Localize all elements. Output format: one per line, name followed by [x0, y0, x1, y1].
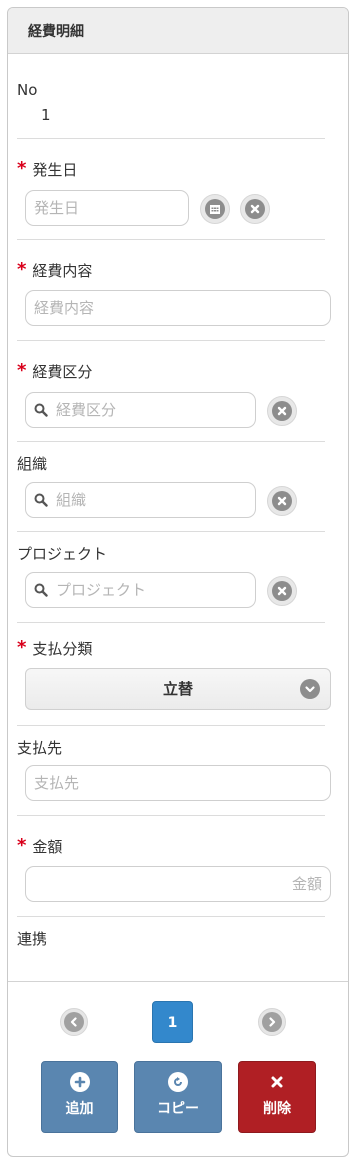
project-placeholder: プロジェクト [56, 581, 147, 599]
project-field: プロジェクト [17, 544, 325, 564]
copy-label: コピー [157, 1101, 199, 1117]
payment-type-label: * 支払分類 [17, 637, 93, 659]
divider [17, 815, 325, 816]
add-label: 追加 [65, 1101, 94, 1117]
copy-button[interactable]: コピー [134, 1061, 222, 1133]
project-input[interactable]: プロジェクト [25, 572, 256, 608]
calendar-icon [205, 199, 225, 219]
no-value: 1 [41, 106, 51, 124]
content-input[interactable]: 経費内容 [25, 290, 331, 326]
divider [17, 916, 325, 917]
link-field: 連携 [17, 929, 325, 949]
prev-page-button[interactable] [60, 1008, 88, 1036]
chevron-left-icon [64, 1012, 84, 1032]
search-icon [34, 493, 48, 507]
calendar-button[interactable] [200, 194, 230, 224]
panel-header: 経費明細 [8, 8, 348, 54]
link-label: 連携 [17, 930, 48, 948]
delete-button[interactable]: 削除 [238, 1061, 316, 1133]
payee-label: 支払先 [17, 739, 63, 757]
required-mark: * [17, 360, 27, 381]
date-field: * 発生日 [17, 160, 325, 180]
refresh-icon [168, 1072, 188, 1092]
required-mark: * [17, 835, 27, 856]
date-input[interactable]: 発生日 [25, 190, 189, 226]
payment-type-field: * 支払分類 [17, 639, 325, 659]
amount-label: * 金額 [17, 835, 63, 857]
category-placeholder: 経費区分 [56, 401, 117, 419]
category-input[interactable]: 経費区分 [25, 392, 256, 428]
org-placeholder: 組織 [56, 491, 87, 509]
clear-org-button[interactable] [267, 486, 297, 516]
clear-project-button[interactable] [267, 576, 297, 606]
chevron-down-icon [300, 679, 320, 699]
date-label: * 発生日 [17, 158, 78, 180]
search-icon [34, 583, 48, 597]
required-mark: * [17, 158, 27, 179]
close-icon [272, 581, 292, 601]
clear-category-button[interactable] [267, 396, 297, 426]
close-icon [245, 199, 265, 219]
required-mark: * [17, 637, 27, 658]
add-button[interactable]: 追加 [41, 1061, 118, 1133]
org-field: 組織 [17, 454, 325, 474]
panel-title: 経費明細 [28, 24, 84, 40]
category-field: * 経費区分 [17, 362, 325, 382]
payee-field: 支払先 [17, 738, 325, 758]
payment-type-select[interactable]: 立替 [25, 668, 331, 710]
page-number-button[interactable]: 1 [152, 1001, 193, 1043]
plus-icon [69, 1072, 90, 1092]
divider [17, 239, 325, 240]
footer-divider [8, 981, 348, 982]
no-field: No 1 [17, 80, 325, 124]
project-label: プロジェクト [17, 545, 108, 563]
chevron-right-icon [262, 1012, 282, 1032]
divider [17, 531, 325, 532]
delete-label: 削除 [263, 1101, 291, 1117]
clear-date-button[interactable] [240, 194, 270, 224]
close-icon [272, 401, 292, 421]
amount-input[interactable]: 金額 [25, 866, 331, 902]
content-field: * 経費内容 [17, 261, 325, 281]
close-icon [272, 491, 292, 511]
divider [17, 725, 325, 726]
search-icon [34, 403, 48, 417]
payment-type-value: 立替 [162, 680, 193, 698]
no-label: No [17, 81, 38, 99]
content-label: * 経費内容 [17, 259, 93, 281]
amount-field: * 金額 [17, 837, 325, 857]
divider [17, 340, 325, 341]
org-input[interactable]: 組織 [25, 482, 256, 518]
org-label: 組織 [17, 455, 48, 473]
next-page-button[interactable] [258, 1008, 286, 1036]
delete-icon [267, 1072, 287, 1092]
category-label: * 経費区分 [17, 360, 93, 382]
required-mark: * [17, 259, 27, 280]
divider [17, 138, 325, 139]
payee-input[interactable]: 支払先 [25, 765, 331, 801]
divider [17, 622, 325, 623]
divider [17, 441, 325, 442]
